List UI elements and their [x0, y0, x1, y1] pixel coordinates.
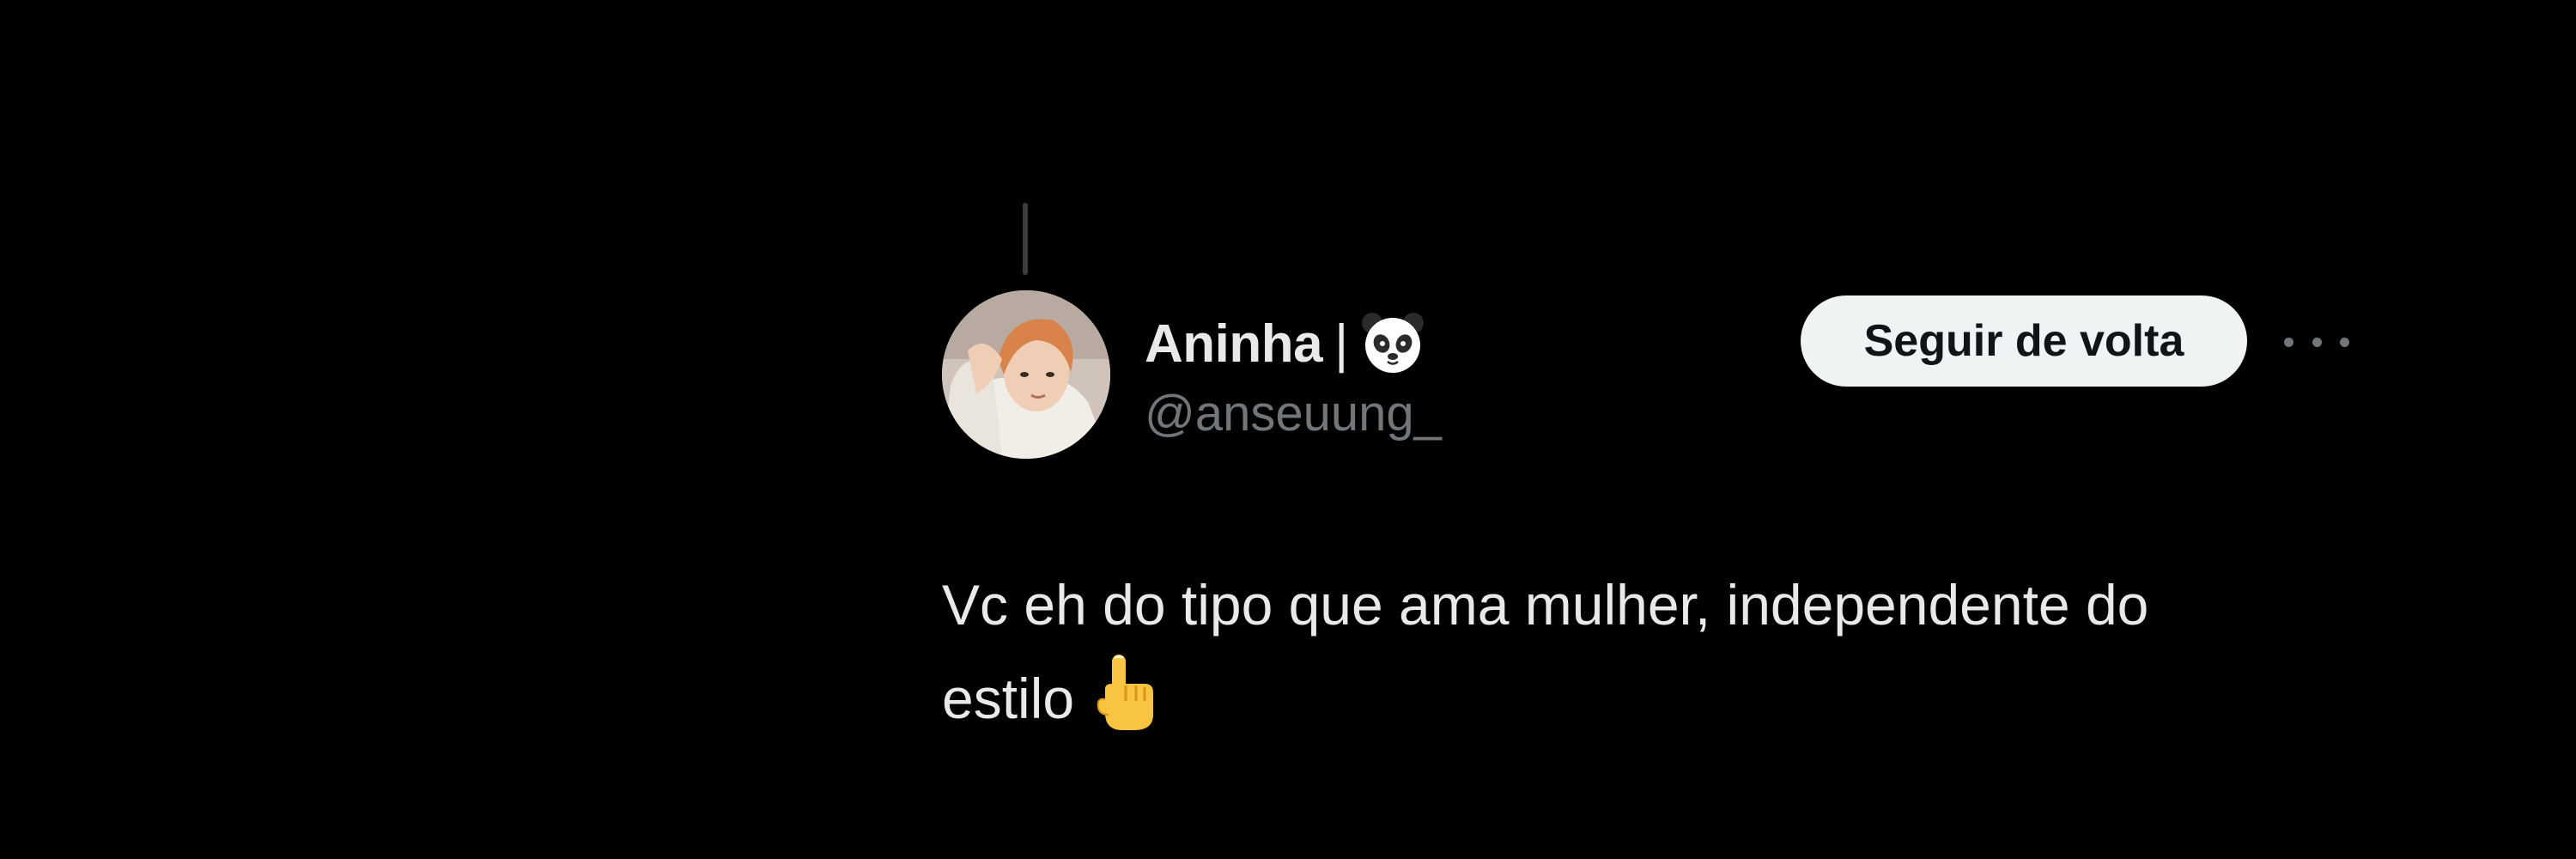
pointing-up-icon: [1093, 651, 1162, 734]
avatar[interactable]: [942, 290, 1110, 459]
user-handle[interactable]: @anseuung_: [1145, 385, 1442, 442]
display-name[interactable]: Aninha: [1145, 314, 1323, 375]
tweet-text-line: Vc eh do tipo que ama mulher, independen…: [942, 573, 2149, 637]
follow-back-button[interactable]: Seguir de volta: [1801, 295, 2247, 387]
display-name-row: Aninha |: [1145, 311, 1425, 376]
avatar-image: [942, 290, 1110, 459]
more-horizontal-icon[interactable]: [2284, 323, 2349, 361]
more-dot: [2312, 337, 2322, 347]
tweet-text-line-2: estilo: [942, 651, 2402, 745]
thread-connector-line: [1023, 203, 1028, 275]
more-dot: [2340, 337, 2349, 347]
tweet-text-line-2-text: estilo: [942, 667, 1075, 730]
name-separator: |: [1334, 314, 1349, 374]
panda-face-icon: [1360, 311, 1425, 376]
more-dot: [2284, 337, 2293, 347]
tweet-text: Vc eh do tipo que ama mulher, independen…: [942, 558, 2402, 745]
